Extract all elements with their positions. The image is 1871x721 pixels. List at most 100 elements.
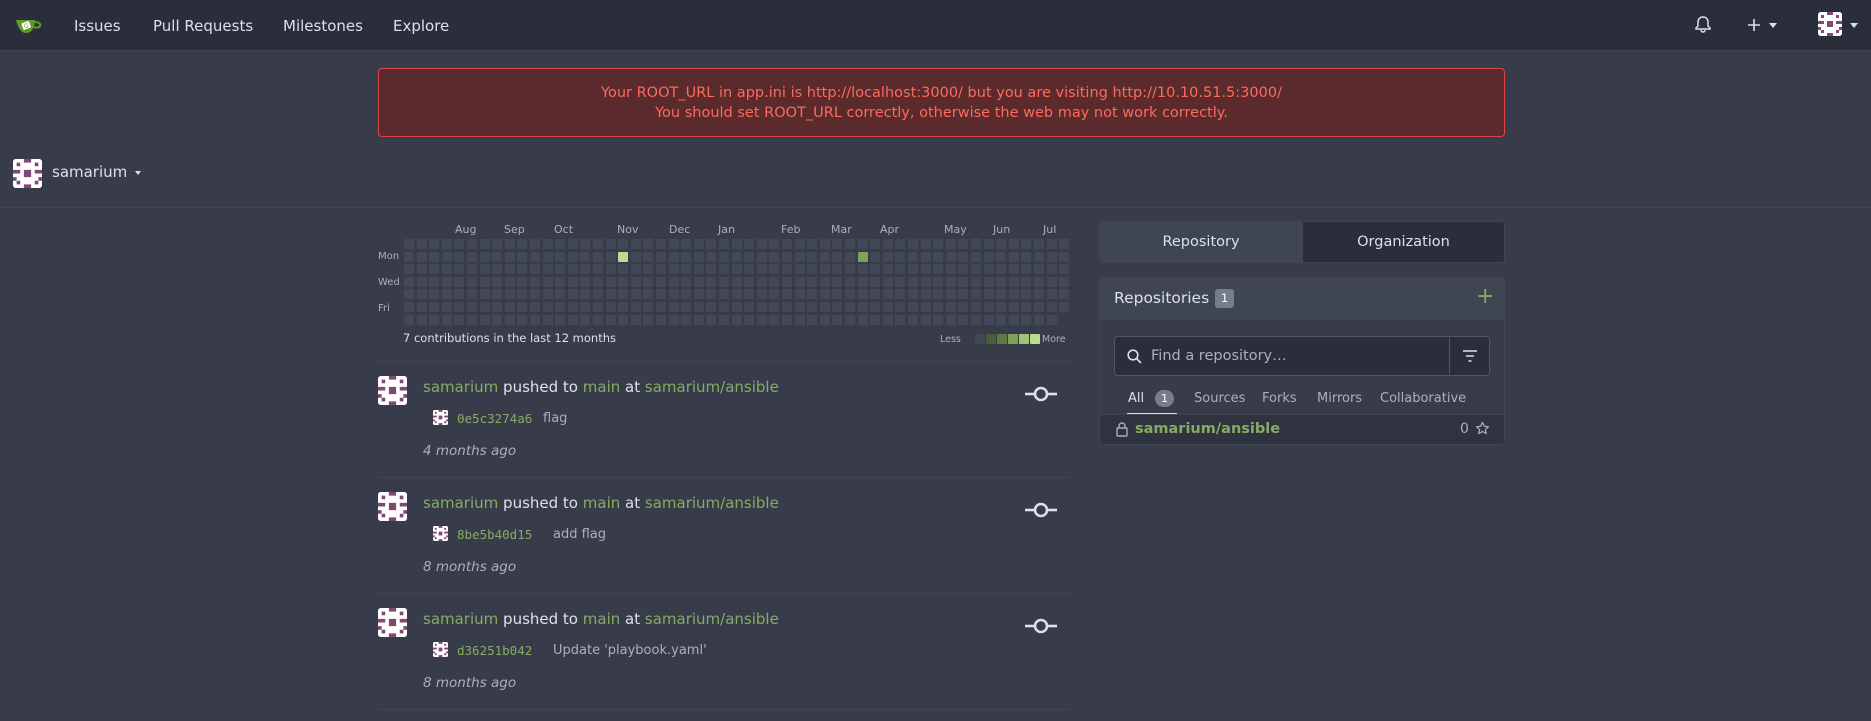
heatmap-cell[interactable]: [807, 264, 818, 275]
heatmap-cell[interactable]: [618, 251, 629, 262]
heatmap-cell[interactable]: [454, 239, 465, 249]
heatmap-cell[interactable]: [555, 251, 566, 262]
heatmap-cell[interactable]: [517, 251, 528, 262]
heatmap-cell[interactable]: [580, 314, 591, 325]
heatmap-cell[interactable]: [404, 314, 414, 325]
heatmap-cell[interactable]: [706, 314, 717, 325]
heatmap-cell[interactable]: [719, 302, 729, 312]
heatmap-cell[interactable]: [542, 264, 553, 275]
heatmap-cell[interactable]: [630, 302, 641, 312]
heatmap-cell[interactable]: [1034, 264, 1044, 275]
heatmap-cell[interactable]: [706, 276, 717, 287]
heatmap-cell[interactable]: [719, 314, 729, 325]
heatmap-cell[interactable]: [983, 302, 994, 312]
heatmap-cell[interactable]: [542, 239, 553, 249]
heatmap-cell[interactable]: [870, 264, 881, 275]
context-user-switcher[interactable]: samarium: [52, 163, 142, 181]
heatmap-cell[interactable]: [542, 289, 553, 300]
heatmap-cell[interactable]: [882, 302, 893, 312]
heatmap-cell[interactable]: [719, 276, 729, 287]
avatar[interactable]: [378, 376, 407, 405]
heatmap-cell[interactable]: [593, 314, 603, 325]
heatmap-cell[interactable]: [870, 251, 881, 262]
heatmap-cell[interactable]: [958, 264, 969, 275]
heatmap-cell[interactable]: [920, 314, 931, 325]
heatmap-cell[interactable]: [693, 289, 704, 300]
heatmap-cell[interactable]: [668, 264, 679, 275]
heatmap-cell[interactable]: [983, 289, 994, 300]
heatmap-cell[interactable]: [504, 264, 515, 275]
heatmap-cell[interactable]: [857, 239, 868, 249]
heatmap-cell[interactable]: [819, 314, 830, 325]
heatmap-cell[interactable]: [441, 251, 452, 262]
heatmap-cell[interactable]: [882, 251, 893, 262]
heatmap-cell[interactable]: [845, 239, 855, 249]
heatmap-cell[interactable]: [807, 302, 818, 312]
heatmap-cell[interactable]: [567, 289, 578, 300]
heatmap-cell[interactable]: [1046, 276, 1057, 287]
heatmap-cell[interactable]: [769, 239, 780, 249]
heatmap-cell[interactable]: [933, 276, 944, 287]
heatmap-cell[interactable]: [1059, 251, 1070, 262]
heatmap-cell[interactable]: [605, 276, 616, 287]
heatmap-cell[interactable]: [958, 302, 969, 312]
heatmap-cell[interactable]: [895, 264, 906, 275]
heatmap-cell[interactable]: [908, 302, 918, 312]
heatmap-cell[interactable]: [782, 289, 792, 300]
heatmap-cell[interactable]: [857, 276, 868, 287]
heatmap-cell[interactable]: [945, 314, 956, 325]
heatmap-cell[interactable]: [593, 289, 603, 300]
heatmap-cell[interactable]: [920, 289, 931, 300]
heatmap-cell[interactable]: [807, 314, 818, 325]
heatmap-cell[interactable]: [756, 276, 767, 287]
heatmap-cell[interactable]: [517, 302, 528, 312]
heatmap-cell[interactable]: [404, 251, 414, 262]
heatmap-cell[interactable]: [882, 289, 893, 300]
heatmap-cell[interactable]: [769, 264, 780, 275]
heatmap-cell[interactable]: [467, 314, 477, 325]
heatmap-cell[interactable]: [807, 239, 818, 249]
heatmap-cell[interactable]: [441, 276, 452, 287]
heatmap-cell[interactable]: [996, 289, 1007, 300]
heatmap-cell[interactable]: [971, 289, 981, 300]
heatmap-cell[interactable]: [895, 314, 906, 325]
heatmap-cell[interactable]: [706, 251, 717, 262]
heatmap-cell[interactable]: [492, 251, 503, 262]
feed-branch-link[interactable]: main: [583, 494, 620, 512]
heatmap-cell[interactable]: [693, 314, 704, 325]
heatmap-cell[interactable]: [404, 302, 414, 312]
heatmap-cell[interactable]: [643, 314, 654, 325]
heatmap-cell[interactable]: [1046, 289, 1057, 300]
heatmap-cell[interactable]: [832, 314, 843, 325]
heatmap-cell[interactable]: [1021, 314, 1032, 325]
filter-button[interactable]: [1449, 336, 1490, 376]
heatmap-cell[interactable]: [1034, 289, 1044, 300]
repository-link[interactable]: samarium/ansible: [1135, 421, 1280, 437]
heatmap-cell[interactable]: [542, 314, 553, 325]
heatmap-cell[interactable]: [769, 302, 780, 312]
heatmap-cell[interactable]: [593, 302, 603, 312]
heatmap-cell[interactable]: [1021, 276, 1032, 287]
heatmap-cell[interactable]: [643, 264, 654, 275]
heatmap-cell[interactable]: [479, 251, 490, 262]
heatmap-cell[interactable]: [555, 314, 566, 325]
heatmap-cell[interactable]: [719, 251, 729, 262]
heatmap-cell[interactable]: [996, 264, 1007, 275]
heatmap-cell[interactable]: [882, 239, 893, 249]
heatmap-cell[interactable]: [1008, 239, 1019, 249]
tab-repository[interactable]: Repository: [1100, 222, 1302, 262]
nav-issues[interactable]: Issues: [74, 16, 121, 36]
heatmap-cell[interactable]: [945, 239, 956, 249]
heatmap-cell[interactable]: [706, 289, 717, 300]
heatmap-cell[interactable]: [782, 239, 792, 249]
heatmap-cell[interactable]: [794, 276, 805, 287]
heatmap-cell[interactable]: [756, 302, 767, 312]
heatmap-cell[interactable]: [467, 264, 477, 275]
heatmap-cell[interactable]: [668, 239, 679, 249]
heatmap-cell[interactable]: [933, 264, 944, 275]
heatmap-cell[interactable]: [580, 276, 591, 287]
heatmap-cell[interactable]: [1046, 264, 1057, 275]
heatmap-cell[interactable]: [756, 289, 767, 300]
heatmap-cell[interactable]: [593, 276, 603, 287]
commit-sha-link[interactable]: 8be5b40d15: [457, 527, 532, 542]
